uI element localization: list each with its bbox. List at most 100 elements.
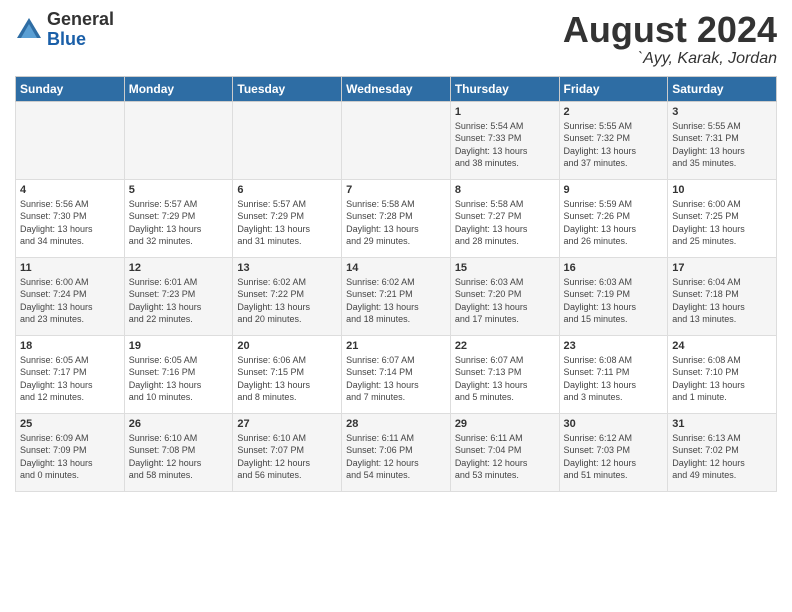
day-number: 6 xyxy=(237,184,337,196)
day-number: 3 xyxy=(672,106,772,118)
day-number: 29 xyxy=(455,418,555,430)
day-number: 25 xyxy=(20,418,120,430)
calendar-cell: 31 Sunrise: 6:13 AM Sunset: 7:02 PM Dayli… xyxy=(668,413,777,491)
calendar-table: SundayMondayTuesdayWednesdayThursdayFrid… xyxy=(15,76,777,492)
day-info: Sunrise: 5:54 AM Sunset: 7:33 PM Dayligh… xyxy=(455,120,555,170)
calendar-cell: 11 Sunrise: 6:00 AM Sunset: 7:24 PM Dayli… xyxy=(16,257,125,335)
calendar-week-row: 25 Sunrise: 6:09 AM Sunset: 7:09 PM Dayli… xyxy=(16,413,777,491)
day-number: 7 xyxy=(346,184,446,196)
calendar-cell: 18 Sunrise: 6:05 AM Sunset: 7:17 PM Dayli… xyxy=(16,335,125,413)
weekday-header-friday: Friday xyxy=(559,76,668,101)
calendar-cell: 3 Sunrise: 5:55 AM Sunset: 7:31 PM Daylig… xyxy=(668,101,777,179)
day-info: Sunrise: 5:57 AM Sunset: 7:29 PM Dayligh… xyxy=(129,198,229,248)
logo-blue-label: Blue xyxy=(47,30,114,50)
calendar-cell: 7 Sunrise: 5:58 AM Sunset: 7:28 PM Daylig… xyxy=(342,179,451,257)
day-number: 31 xyxy=(672,418,772,430)
calendar-cell: 26Sunrise: 6:10 AM Sunset: 7:08 PM Dayli… xyxy=(124,413,233,491)
day-number: 30 xyxy=(564,418,664,430)
day-info: Sunrise: 6:00 AM Sunset: 7:25 PM Dayligh… xyxy=(672,198,772,248)
day-info: Sunrise: 6:07 AM Sunset: 7:14 PM Dayligh… xyxy=(346,354,446,404)
day-info: Sunrise: 6:05 AM Sunset: 7:16 PM Dayligh… xyxy=(129,354,229,404)
calendar-cell: 8 Sunrise: 5:58 AM Sunset: 7:27 PM Daylig… xyxy=(450,179,559,257)
calendar-cell: 19 Sunrise: 6:05 AM Sunset: 7:16 PM Dayli… xyxy=(124,335,233,413)
day-info: Sunrise: 6:11 AM Sunset: 7:06 PM Dayligh… xyxy=(346,432,446,482)
calendar-cell xyxy=(124,101,233,179)
day-info: Sunrise: 6:09 AM Sunset: 7:09 PM Dayligh… xyxy=(20,432,120,482)
day-info: Sunrise: 5:58 AM Sunset: 7:27 PM Dayligh… xyxy=(455,198,555,248)
day-info: Sunrise: 6:02 AM Sunset: 7:22 PM Dayligh… xyxy=(237,276,337,326)
calendar-cell: 6 Sunrise: 5:57 AM Sunset: 7:29 PM Daylig… xyxy=(233,179,342,257)
calendar-cell xyxy=(342,101,451,179)
day-info: Sunrise: 6:00 AM Sunset: 7:24 PM Dayligh… xyxy=(20,276,120,326)
calendar-cell xyxy=(16,101,125,179)
calendar-cell: 10 Sunrise: 6:00 AM Sunset: 7:25 PM Dayli… xyxy=(668,179,777,257)
weekday-header-tuesday: Tuesday xyxy=(233,76,342,101)
calendar-cell: 15Sunrise: 6:03 AM Sunset: 7:20 PM Dayli… xyxy=(450,257,559,335)
day-info: Sunrise: 5:58 AM Sunset: 7:28 PM Dayligh… xyxy=(346,198,446,248)
calendar-cell: 13 Sunrise: 6:02 AM Sunset: 7:22 PM Dayli… xyxy=(233,257,342,335)
day-info: Sunrise: 6:04 AM Sunset: 7:18 PM Dayligh… xyxy=(672,276,772,326)
calendar-cell xyxy=(233,101,342,179)
logo-text: General Blue xyxy=(47,10,114,50)
calendar-cell: 1 Sunrise: 5:54 AM Sunset: 7:33 PM Daylig… xyxy=(450,101,559,179)
calendar-cell: 27 Sunrise: 6:10 AM Sunset: 7:07 PM Dayli… xyxy=(233,413,342,491)
weekday-header-sunday: Sunday xyxy=(16,76,125,101)
day-number: 12 xyxy=(129,262,229,274)
day-number: 10 xyxy=(672,184,772,196)
day-number: 2 xyxy=(564,106,664,118)
day-number: 19 xyxy=(129,340,229,352)
logo-general-label: General xyxy=(47,10,114,30)
day-number: 4 xyxy=(20,184,120,196)
calendar-week-row: 18 Sunrise: 6:05 AM Sunset: 7:17 PM Dayli… xyxy=(16,335,777,413)
weekday-header-saturday: Saturday xyxy=(668,76,777,101)
calendar-week-row: 1 Sunrise: 5:54 AM Sunset: 7:33 PM Daylig… xyxy=(16,101,777,179)
calendar-cell: 12Sunrise: 6:01 AM Sunset: 7:23 PM Dayli… xyxy=(124,257,233,335)
day-info: Sunrise: 5:55 AM Sunset: 7:31 PM Dayligh… xyxy=(672,120,772,170)
calendar-cell: 23Sunrise: 6:08 AM Sunset: 7:11 PM Dayli… xyxy=(559,335,668,413)
day-info: Sunrise: 5:57 AM Sunset: 7:29 PM Dayligh… xyxy=(237,198,337,248)
day-info: Sunrise: 6:13 AM Sunset: 7:02 PM Dayligh… xyxy=(672,432,772,482)
day-info: Sunrise: 6:07 AM Sunset: 7:13 PM Dayligh… xyxy=(455,354,555,404)
calendar-cell: 22 Sunrise: 6:07 AM Sunset: 7:13 PM Dayli… xyxy=(450,335,559,413)
day-number: 24 xyxy=(672,340,772,352)
weekday-header-wednesday: Wednesday xyxy=(342,76,451,101)
day-info: Sunrise: 6:08 AM Sunset: 7:10 PM Dayligh… xyxy=(672,354,772,404)
calendar-cell: 21Sunrise: 6:07 AM Sunset: 7:14 PM Dayli… xyxy=(342,335,451,413)
day-number: 9 xyxy=(564,184,664,196)
day-info: Sunrise: 6:11 AM Sunset: 7:04 PM Dayligh… xyxy=(455,432,555,482)
logo: General Blue xyxy=(15,10,114,50)
day-number: 1 xyxy=(455,106,555,118)
day-number: 16 xyxy=(564,262,664,274)
month-year-title: August 2024 xyxy=(563,10,777,50)
day-info: Sunrise: 6:05 AM Sunset: 7:17 PM Dayligh… xyxy=(20,354,120,404)
calendar-cell: 29 Sunrise: 6:11 AM Sunset: 7:04 PM Dayli… xyxy=(450,413,559,491)
logo-icon xyxy=(15,16,43,44)
day-number: 20 xyxy=(237,340,337,352)
day-info: Sunrise: 5:55 AM Sunset: 7:32 PM Dayligh… xyxy=(564,120,664,170)
calendar-week-row: 11 Sunrise: 6:00 AM Sunset: 7:24 PM Dayli… xyxy=(16,257,777,335)
day-number: 8 xyxy=(455,184,555,196)
calendar-cell: 14Sunrise: 6:02 AM Sunset: 7:21 PM Dayli… xyxy=(342,257,451,335)
day-info: Sunrise: 6:03 AM Sunset: 7:19 PM Dayligh… xyxy=(564,276,664,326)
day-number: 13 xyxy=(237,262,337,274)
day-number: 18 xyxy=(20,340,120,352)
day-number: 22 xyxy=(455,340,555,352)
day-info: Sunrise: 6:10 AM Sunset: 7:07 PM Dayligh… xyxy=(237,432,337,482)
calendar-cell: 25 Sunrise: 6:09 AM Sunset: 7:09 PM Dayli… xyxy=(16,413,125,491)
day-number: 11 xyxy=(20,262,120,274)
calendar-cell: 16 Sunrise: 6:03 AM Sunset: 7:19 PM Dayli… xyxy=(559,257,668,335)
day-info: Sunrise: 6:08 AM Sunset: 7:11 PM Dayligh… xyxy=(564,354,664,404)
day-info: Sunrise: 5:59 AM Sunset: 7:26 PM Dayligh… xyxy=(564,198,664,248)
calendar-cell: 4Sunrise: 5:56 AM Sunset: 7:30 PM Daylig… xyxy=(16,179,125,257)
page-container: General Blue August 2024 `Ayy, Karak, Jo… xyxy=(0,0,792,612)
day-number: 28 xyxy=(346,418,446,430)
calendar-cell: 5Sunrise: 5:57 AM Sunset: 7:29 PM Daylig… xyxy=(124,179,233,257)
location-title: `Ayy, Karak, Jordan xyxy=(563,50,777,68)
day-number: 27 xyxy=(237,418,337,430)
title-block: August 2024 `Ayy, Karak, Jordan xyxy=(563,10,777,68)
weekday-header-row: SundayMondayTuesdayWednesdayThursdayFrid… xyxy=(16,76,777,101)
calendar-cell: 30Sunrise: 6:12 AM Sunset: 7:03 PM Dayli… xyxy=(559,413,668,491)
weekday-header-thursday: Thursday xyxy=(450,76,559,101)
day-info: Sunrise: 6:03 AM Sunset: 7:20 PM Dayligh… xyxy=(455,276,555,326)
day-info: Sunrise: 6:06 AM Sunset: 7:15 PM Dayligh… xyxy=(237,354,337,404)
